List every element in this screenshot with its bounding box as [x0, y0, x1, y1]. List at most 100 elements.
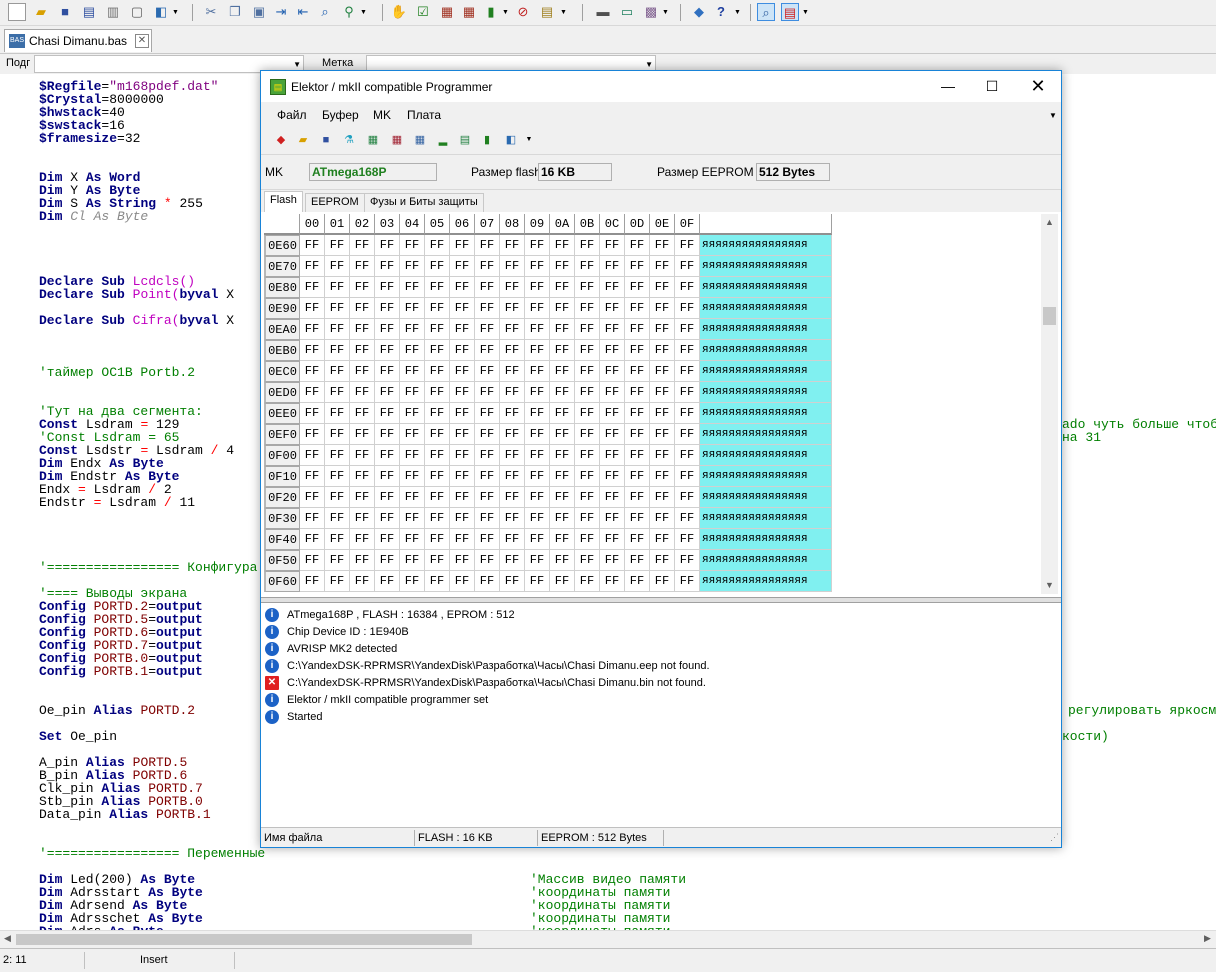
- hex-cell[interactable]: FF: [425, 277, 450, 298]
- hex-cell[interactable]: FF: [600, 340, 625, 361]
- hex-cell[interactable]: FF: [575, 298, 600, 319]
- hex-cell[interactable]: FF: [675, 361, 700, 382]
- export-dropdown-icon[interactable]: ▼: [172, 8, 179, 18]
- resize-grip-icon[interactable]: ⋰: [1050, 832, 1059, 843]
- hex-cell[interactable]: FF: [475, 550, 500, 571]
- hex-cell[interactable]: FF: [475, 319, 500, 340]
- bookmark-icon[interactable]: ✋: [390, 3, 408, 21]
- ascii-cell[interactable]: яяяяяяяяяяяяяяяя: [700, 424, 832, 445]
- hex-cell[interactable]: FF: [350, 529, 375, 550]
- hex-cell[interactable]: FF: [375, 382, 400, 403]
- hex-vertical-scrollbar[interactable]: ▲ ▼: [1041, 214, 1058, 594]
- hex-cell[interactable]: FF: [425, 487, 450, 508]
- hex-cell[interactable]: FF: [475, 277, 500, 298]
- verify-icon[interactable]: ⚗: [341, 132, 357, 148]
- hex-cell[interactable]: FF: [675, 235, 700, 256]
- hex-cell[interactable]: FF: [500, 340, 525, 361]
- hex-cell[interactable]: FF: [525, 235, 550, 256]
- hex-cell[interactable]: FF: [650, 235, 675, 256]
- hex-cell[interactable]: FF: [450, 319, 475, 340]
- pdf-icon[interactable]: ▤: [781, 3, 799, 21]
- ascii-cell[interactable]: яяяяяяяяяяяяяяяя: [700, 277, 832, 298]
- hex-cell[interactable]: FF: [375, 487, 400, 508]
- hex-cell[interactable]: FF: [600, 235, 625, 256]
- hex-cell[interactable]: FF: [650, 298, 675, 319]
- simulator-dropdown-icon[interactable]: ▼: [560, 8, 567, 18]
- programmer-titlebar[interactable]: ▤ Elektor / mkII compatible Programmer —…: [261, 71, 1061, 102]
- hex-cell[interactable]: FF: [300, 571, 325, 592]
- hex-cell[interactable]: FF: [525, 550, 550, 571]
- hex-cell[interactable]: FF: [375, 256, 400, 277]
- hex-cell[interactable]: FF: [600, 319, 625, 340]
- compile-icon[interactable]: ▦: [438, 3, 456, 21]
- hex-cell[interactable]: FF: [625, 487, 650, 508]
- hex-cell[interactable]: FF: [350, 571, 375, 592]
- scroll-up-icon[interactable]: ▲: [1045, 217, 1054, 227]
- hex-cell[interactable]: FF: [600, 361, 625, 382]
- hex-cell[interactable]: FF: [650, 571, 675, 592]
- hex-cell[interactable]: FF: [500, 319, 525, 340]
- hex-cell[interactable]: FF: [325, 403, 350, 424]
- hex-cell[interactable]: FF: [325, 487, 350, 508]
- hex-cell[interactable]: FF: [650, 277, 675, 298]
- hex-cell[interactable]: FF: [525, 529, 550, 550]
- minimize-icon[interactable]: —: [925, 71, 971, 102]
- hex-cell[interactable]: FF: [325, 466, 350, 487]
- hex-cell[interactable]: FF: [525, 403, 550, 424]
- hex-cell[interactable]: FF: [550, 319, 575, 340]
- hex-cell[interactable]: FF: [625, 235, 650, 256]
- ascii-cell[interactable]: яяяяяяяяяяяяяяяя: [700, 319, 832, 340]
- hex-cell[interactable]: FF: [450, 361, 475, 382]
- hex-cell[interactable]: FF: [550, 529, 575, 550]
- hex-cell[interactable]: FF: [675, 487, 700, 508]
- close-icon[interactable]: ✕: [1015, 71, 1061, 102]
- scroll-left-icon[interactable]: ◀: [4, 933, 11, 944]
- hex-cell[interactable]: FF: [575, 487, 600, 508]
- ascii-cell[interactable]: яяяяяяяяяяяяяяяя: [700, 445, 832, 466]
- hex-cell[interactable]: FF: [475, 256, 500, 277]
- document-tab[interactable]: BAS Chasi Dimanu.bas ✕: [4, 29, 152, 52]
- hex-cell[interactable]: FF: [500, 487, 525, 508]
- tab-fuses[interactable]: Фузы и Биты защиты: [364, 193, 484, 212]
- hex-cell[interactable]: FF: [400, 235, 425, 256]
- open-folder-icon[interactable]: ▰: [32, 3, 50, 21]
- hex-cell[interactable]: FF: [675, 571, 700, 592]
- hex-cell[interactable]: FF: [500, 361, 525, 382]
- hex-cell[interactable]: FF: [550, 277, 575, 298]
- hex-cell[interactable]: FF: [400, 382, 425, 403]
- hex-cell[interactable]: FF: [500, 403, 525, 424]
- hex-cell[interactable]: FF: [500, 235, 525, 256]
- hex-cell[interactable]: FF: [375, 277, 400, 298]
- hex-cell[interactable]: FF: [450, 256, 475, 277]
- hex-cell[interactable]: FF: [600, 487, 625, 508]
- hex-cell[interactable]: FF: [575, 403, 600, 424]
- hex-cell[interactable]: FF: [675, 403, 700, 424]
- hex-cell[interactable]: FF: [550, 340, 575, 361]
- hex-cell[interactable]: FF: [450, 466, 475, 487]
- hex-cell[interactable]: FF: [575, 235, 600, 256]
- hex-cell[interactable]: FF: [325, 361, 350, 382]
- hex-cell[interactable]: FF: [350, 466, 375, 487]
- print-icon[interactable]: ▥: [104, 3, 122, 21]
- hex-cell[interactable]: FF: [550, 235, 575, 256]
- hex-cell[interactable]: FF: [675, 466, 700, 487]
- ascii-cell[interactable]: яяяяяяяяяяяяяяяя: [700, 529, 832, 550]
- hex-cell[interactable]: FF: [425, 298, 450, 319]
- load-file-icon[interactable]: ▰: [295, 132, 311, 148]
- hex-cell[interactable]: FF: [625, 529, 650, 550]
- hex-cell[interactable]: FF: [550, 466, 575, 487]
- hex-cell[interactable]: FF: [350, 487, 375, 508]
- hex-cell[interactable]: FF: [425, 382, 450, 403]
- hex-cell[interactable]: FF: [350, 382, 375, 403]
- hex-cell[interactable]: FF: [425, 256, 450, 277]
- hex-cell[interactable]: FF: [325, 235, 350, 256]
- hex-cell[interactable]: FF: [500, 298, 525, 319]
- hex-cell[interactable]: FF: [525, 298, 550, 319]
- hex-cell[interactable]: FF: [625, 319, 650, 340]
- hex-cell[interactable]: FF: [650, 487, 675, 508]
- hex-cell[interactable]: FF: [400, 508, 425, 529]
- hex-cell[interactable]: FF: [675, 319, 700, 340]
- hex-cell[interactable]: FF: [625, 277, 650, 298]
- hex-cell[interactable]: FF: [425, 235, 450, 256]
- hex-cell[interactable]: FF: [625, 256, 650, 277]
